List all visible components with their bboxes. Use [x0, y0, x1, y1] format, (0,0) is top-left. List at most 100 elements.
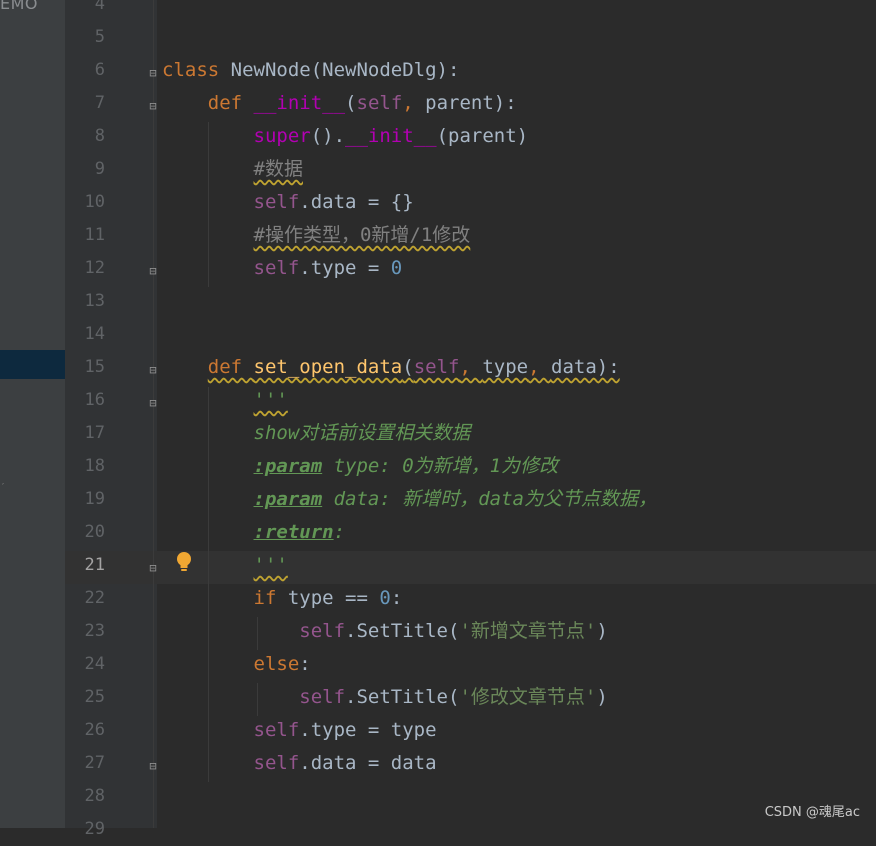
code-line[interactable]: '''	[162, 384, 876, 417]
code-line[interactable]: :param data: 新增时，data为父节点数据，	[162, 483, 876, 516]
fold-open-icon[interactable]: ⊟	[147, 396, 159, 410]
code-token: data: 新增时，data为父节点数据，	[322, 488, 657, 510]
code-token: self	[299, 686, 346, 708]
fold-close-icon[interactable]: ⊟	[147, 264, 159, 278]
line-number: 20	[84, 522, 105, 542]
line-number: 18	[84, 456, 105, 476]
code-line[interactable]: self.type = type	[162, 714, 876, 747]
code-line[interactable]: #操作类型，0新增/1修改	[162, 219, 876, 252]
code-line[interactable]: self.data = {}	[162, 186, 876, 219]
code-token: .type =	[299, 257, 391, 279]
code-token: def	[207, 92, 254, 114]
line-number: 28	[84, 786, 105, 806]
code-token: type: 0为新增，1为修改	[322, 455, 559, 477]
fold-open-icon[interactable]: ⊟	[147, 363, 159, 377]
code-line[interactable]: show对话前设置相关数据	[162, 417, 876, 450]
line-number: 25	[84, 687, 105, 707]
code-token: ,	[459, 356, 483, 378]
code-token: .type = type	[299, 719, 437, 741]
code-token: (	[402, 356, 414, 378]
code-token: __init__	[345, 125, 437, 147]
code-token: :	[333, 521, 346, 543]
code-token: :	[299, 653, 311, 675]
code-token: self	[253, 257, 300, 279]
code-token: parent):	[425, 92, 517, 114]
line-number: 8	[94, 126, 105, 146]
fold-close-icon[interactable]: ⊟	[147, 759, 159, 773]
code-line[interactable]: :param type: 0为新增，1为修改	[162, 450, 876, 483]
code-token: .data = {}	[299, 191, 414, 213]
fold-open-icon[interactable]: ⊟	[147, 99, 159, 113]
project-sidebar: EMO ′	[0, 0, 65, 828]
code-line[interactable]: self.data = data	[162, 747, 876, 780]
code-token: super	[253, 125, 311, 147]
code-line[interactable]: #数据	[162, 153, 876, 186]
code-token: .SetTitle(	[345, 620, 460, 642]
code-token: )	[596, 620, 608, 642]
code-token: self	[356, 92, 403, 114]
code-token: 0	[390, 257, 403, 279]
code-token: type	[482, 356, 529, 378]
line-number: 24	[84, 654, 105, 674]
code-token: :	[390, 587, 403, 609]
code-token: type ==	[287, 587, 380, 609]
code-lines[interactable]: class NewNode(NewNodeDlg): def __init__(…	[162, 0, 876, 846]
code-line[interactable]	[162, 0, 876, 21]
line-number: 17	[84, 423, 105, 443]
code-token: set_open_data	[253, 356, 403, 378]
code-line[interactable]: def set_open_data(self, type, data):	[162, 351, 876, 384]
code-token: self	[253, 752, 300, 774]
code-line[interactable]	[162, 285, 876, 318]
line-number: 29	[84, 819, 105, 839]
code-line[interactable]: self.SetTitle('修改文章节点')	[162, 681, 876, 714]
line-number: 4	[94, 0, 105, 14]
code-token: show对话前设置相关数据	[253, 422, 471, 444]
code-token: class	[162, 59, 231, 81]
code-line[interactable]: else:	[162, 648, 876, 681]
code-line[interactable]	[162, 318, 876, 351]
code-token: '新增文章节点'	[459, 620, 597, 642]
code-token: self	[253, 719, 300, 741]
project-tree-selected-row[interactable]	[0, 350, 65, 379]
code-line[interactable]: :return:	[162, 516, 876, 549]
code-line[interactable]: super().__init__(parent)	[162, 120, 876, 153]
code-line[interactable]: class NewNode(NewNodeDlg):	[162, 54, 876, 87]
line-number: 23	[84, 621, 105, 641]
code-token: (NewNodeDlg):	[310, 59, 460, 81]
code-token: ().	[310, 125, 346, 147]
line-number: 5	[94, 27, 105, 47]
tree-tick-icon: ′	[0, 482, 7, 493]
code-token: 0	[379, 587, 391, 609]
line-number: 10	[84, 192, 105, 212]
code-line[interactable]: def __init__(self, parent):	[162, 87, 876, 120]
code-token: #操作类型，0新增/1修改	[253, 224, 471, 246]
code-line[interactable]: if type == 0:	[162, 582, 876, 615]
line-number: 12	[84, 258, 105, 278]
code-token: ,	[402, 92, 426, 114]
code-line[interactable]: self.SetTitle('新增文章节点')	[162, 615, 876, 648]
code-token: .SetTitle(	[345, 686, 460, 708]
code-token: :param	[253, 488, 323, 510]
code-line[interactable]: '''	[162, 549, 876, 582]
fold-open-icon[interactable]: ⊟	[147, 66, 159, 80]
line-number: 14	[84, 324, 105, 344]
project-tree-label[interactable]: EMO	[0, 0, 38, 13]
code-token: .data = data	[299, 752, 437, 774]
line-number: 26	[84, 720, 105, 740]
code-line[interactable]	[162, 21, 876, 54]
line-number: 7	[94, 93, 105, 113]
fold-close-icon[interactable]: ⊟	[147, 561, 159, 575]
code-line[interactable]: self.type = 0	[162, 252, 876, 285]
